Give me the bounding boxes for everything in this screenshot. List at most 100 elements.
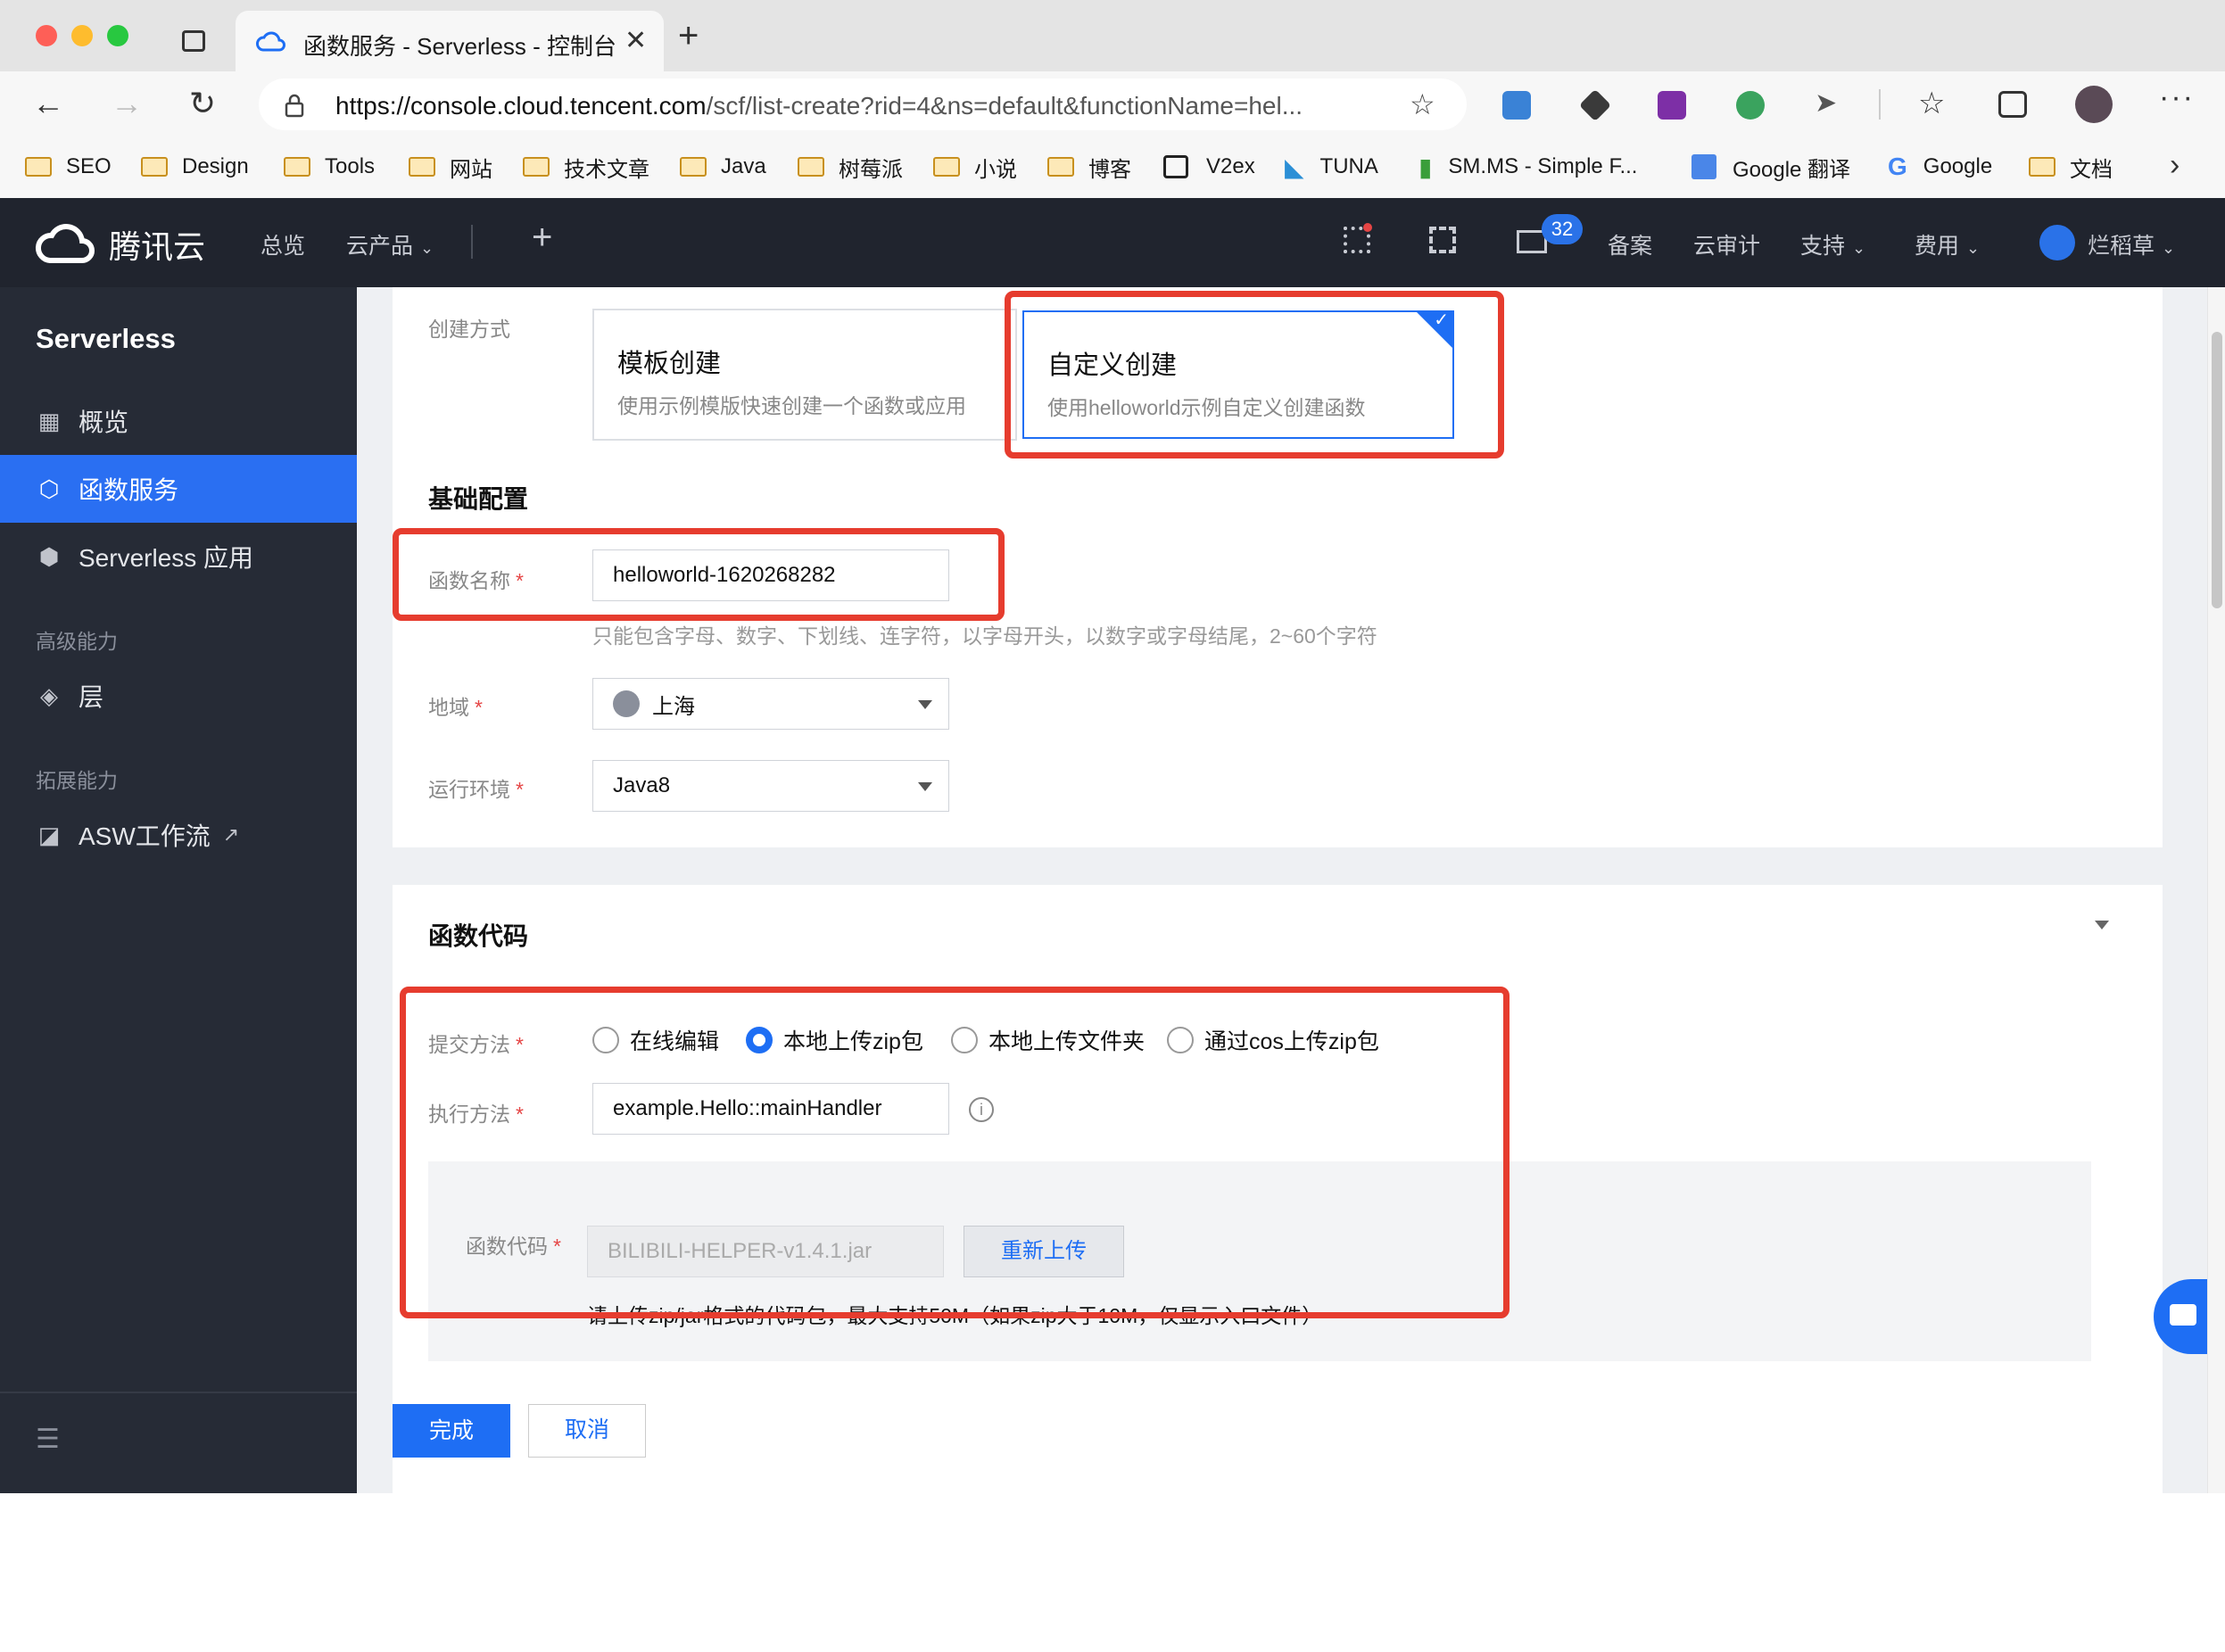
- tab-actions-icon[interactable]: [182, 30, 205, 52]
- google-icon: G: [1888, 153, 1907, 180]
- nav-cloud-audit[interactable]: 云审计: [1693, 228, 1760, 260]
- bookmark-v2ex[interactable]: V2ex: [1163, 152, 1255, 182]
- onenote-icon[interactable]: [1658, 91, 1686, 120]
- back-icon[interactable]: ←: [32, 87, 64, 120]
- cancel-button[interactable]: 取消: [528, 1404, 646, 1458]
- page-scrollbar[interactable]: [2207, 287, 2225, 1493]
- collapse-caret-icon[interactable]: [2095, 921, 2109, 929]
- bookmark-raspberry-pi[interactable]: 树莓派: [798, 152, 903, 182]
- more-menu-icon[interactable]: ···: [2159, 80, 2195, 115]
- runtime-select[interactable]: Java8: [592, 760, 949, 812]
- lock-icon[interactable]: [284, 93, 305, 118]
- bookmark-smms[interactable]: ▮ SM.MS - Simple F...: [1419, 152, 1637, 182]
- function-icon: ⬡: [38, 475, 60, 502]
- function-code-title: 函数代码: [428, 922, 529, 950]
- brand-name[interactable]: 腾讯云: [109, 221, 205, 268]
- tencent-cloud-logo-icon[interactable]: [34, 219, 96, 268]
- header-divider: [471, 225, 473, 259]
- sidebar-item-serverless-app[interactable]: ⬢ Serverless 应用: [0, 523, 357, 591]
- bookmark-google-translate[interactable]: Google 翻译: [1691, 152, 1850, 182]
- sidebar-item-functions[interactable]: ⬡ 函数服务: [0, 455, 357, 523]
- console-header: 腾讯云 总览 云产品 ⌄ + 32 备案 云审计 支持 ⌄ 费用 ⌄ 烂稻草 ⌄: [0, 198, 2225, 287]
- sidebar-group-advanced: 高级能力: [36, 630, 118, 653]
- chevron-down-icon: ⌄: [1966, 239, 1981, 257]
- bookmark-website[interactable]: 网站: [409, 152, 492, 182]
- new-tab-button[interactable]: +: [678, 18, 699, 54]
- collections-icon[interactable]: [1998, 91, 2027, 118]
- bookmark-google[interactable]: G Google: [1888, 152, 1992, 182]
- bookmark-novel[interactable]: 小说: [933, 152, 1017, 182]
- highlight-function-name: [393, 528, 1005, 621]
- bookmark-tools[interactable]: Tools: [284, 152, 375, 182]
- bookmark-docs[interactable]: 文档: [2029, 152, 2113, 182]
- extension-cat-icon[interactable]: [1502, 91, 1531, 120]
- sidebar-title: Serverless: [36, 323, 176, 354]
- user-avatar[interactable]: [2039, 225, 2075, 260]
- dashboard-icon: ▦: [37, 407, 61, 434]
- qr-code-icon[interactable]: [1429, 227, 1456, 253]
- scrollbar-thumb[interactable]: [2212, 332, 2222, 608]
- folder-icon: [523, 157, 550, 177]
- url-text: https://console.cloud.tencent.com/scf/li…: [335, 92, 1303, 120]
- extension-cube-icon[interactable]: [1578, 88, 1612, 122]
- sidebar: Serverless ▦ 概览 ⬡ 函数服务 ⬢ Serverless 应用 高级能力…: [0, 287, 357, 1493]
- bookmark-java[interactable]: Java: [680, 152, 766, 182]
- template-create-title: 模板创建: [617, 350, 722, 378]
- folder-icon: [409, 157, 435, 177]
- tab-active[interactable]: 函数服务 - Serverless - 控制台 ✕: [236, 11, 664, 73]
- minimize-window-button[interactable]: [71, 25, 93, 46]
- create-method-label: 创建方式: [428, 318, 510, 341]
- sidebar-group-extension: 拓展能力: [36, 769, 118, 792]
- profile-avatar[interactable]: [2075, 86, 2113, 123]
- extension-globe-icon[interactable]: [1736, 91, 1765, 120]
- sidebar-item-asw[interactable]: ◪ ASW工作流 ↗: [0, 801, 357, 869]
- browser-chrome: 函数服务 - Serverless - 控制台 ✕ + ← → ↻ https:…: [0, 0, 2225, 198]
- v2ex-icon: [1163, 155, 1188, 178]
- highlight-code-section: [400, 987, 1510, 1318]
- send-icon[interactable]: ➤: [1815, 87, 1837, 119]
- chevron-right-icon[interactable]: ›: [2170, 148, 2180, 183]
- tencent-cloud-favicon-icon: [256, 31, 285, 52]
- favorites-icon[interactable]: ☆: [1918, 86, 1945, 121]
- close-window-button[interactable]: [36, 25, 57, 46]
- region-select[interactable]: 上海: [592, 678, 949, 730]
- forward-icon[interactable]: →: [111, 87, 143, 120]
- nav-overview[interactable]: 总览: [261, 228, 305, 260]
- folder-icon: [2029, 157, 2055, 177]
- bookmark-seo[interactable]: SEO: [25, 152, 112, 182]
- zoom-window-button[interactable]: [107, 25, 128, 46]
- highlight-create-method: [1005, 291, 1504, 458]
- google-translate-icon: [1691, 154, 1716, 179]
- caret-down-icon: [918, 782, 932, 791]
- sidebar-divider: [0, 1392, 357, 1393]
- url-host: https://console.cloud.tencent.com: [335, 92, 707, 120]
- finish-button[interactable]: 完成: [393, 1404, 510, 1458]
- nav-support[interactable]: 支持 ⌄: [1800, 228, 1865, 260]
- sidebar-item-layer[interactable]: ◈ 层: [0, 662, 357, 730]
- app-cube-icon: ⬢: [38, 542, 60, 570]
- nav-billing[interactable]: 费用 ⌄: [1915, 228, 1980, 260]
- region-label: 地域 *: [428, 696, 483, 719]
- tab-title: 函数服务 - Serverless - 控制台: [303, 33, 617, 60]
- collapse-sidebar-icon[interactable]: ☰: [36, 1424, 60, 1455]
- user-menu[interactable]: 烂稻草 ⌄: [2088, 228, 2175, 260]
- bar-chart-icon: ▮: [1419, 153, 1433, 181]
- template-create-option[interactable]: 模板创建 使用示例模版快速创建一个函数或应用: [592, 309, 1017, 441]
- sidebar-item-overview[interactable]: ▦ 概览: [0, 387, 357, 455]
- tab-close-icon[interactable]: ✕: [624, 25, 647, 56]
- toolbar-divider: [1879, 89, 1881, 120]
- reload-icon[interactable]: ↻: [189, 87, 216, 120]
- function-name-hint: 只能包含字母、数字、下划线、连字符，以字母开头，以数字或字母结尾，2~60个字符: [592, 624, 1377, 648]
- bookmark-design[interactable]: Design: [141, 152, 249, 182]
- add-shortcut-icon[interactable]: +: [532, 218, 552, 258]
- url-path: /scf/list-create?rid=4&ns=default&functi…: [706, 92, 1303, 120]
- add-favorite-icon[interactable]: ☆: [1410, 87, 1435, 121]
- function-code-card: 函数代码 提交方法 * 在线编辑 本地上传zip包 本地上传文件夹 通过cos上传…: [393, 885, 2163, 1652]
- basic-config-title: 基础配置: [428, 485, 529, 513]
- bookmark-tuna[interactable]: ◣ TUNA: [1285, 152, 1378, 182]
- address-bar[interactable]: https://console.cloud.tencent.com/scf/li…: [259, 78, 1467, 130]
- bookmark-blog[interactable]: 博客: [1047, 152, 1131, 182]
- nav-products[interactable]: 云产品 ⌄: [346, 228, 434, 260]
- nav-beian[interactable]: 备案: [1608, 228, 1652, 260]
- bookmark-tech-articles[interactable]: 技术文章: [523, 152, 649, 182]
